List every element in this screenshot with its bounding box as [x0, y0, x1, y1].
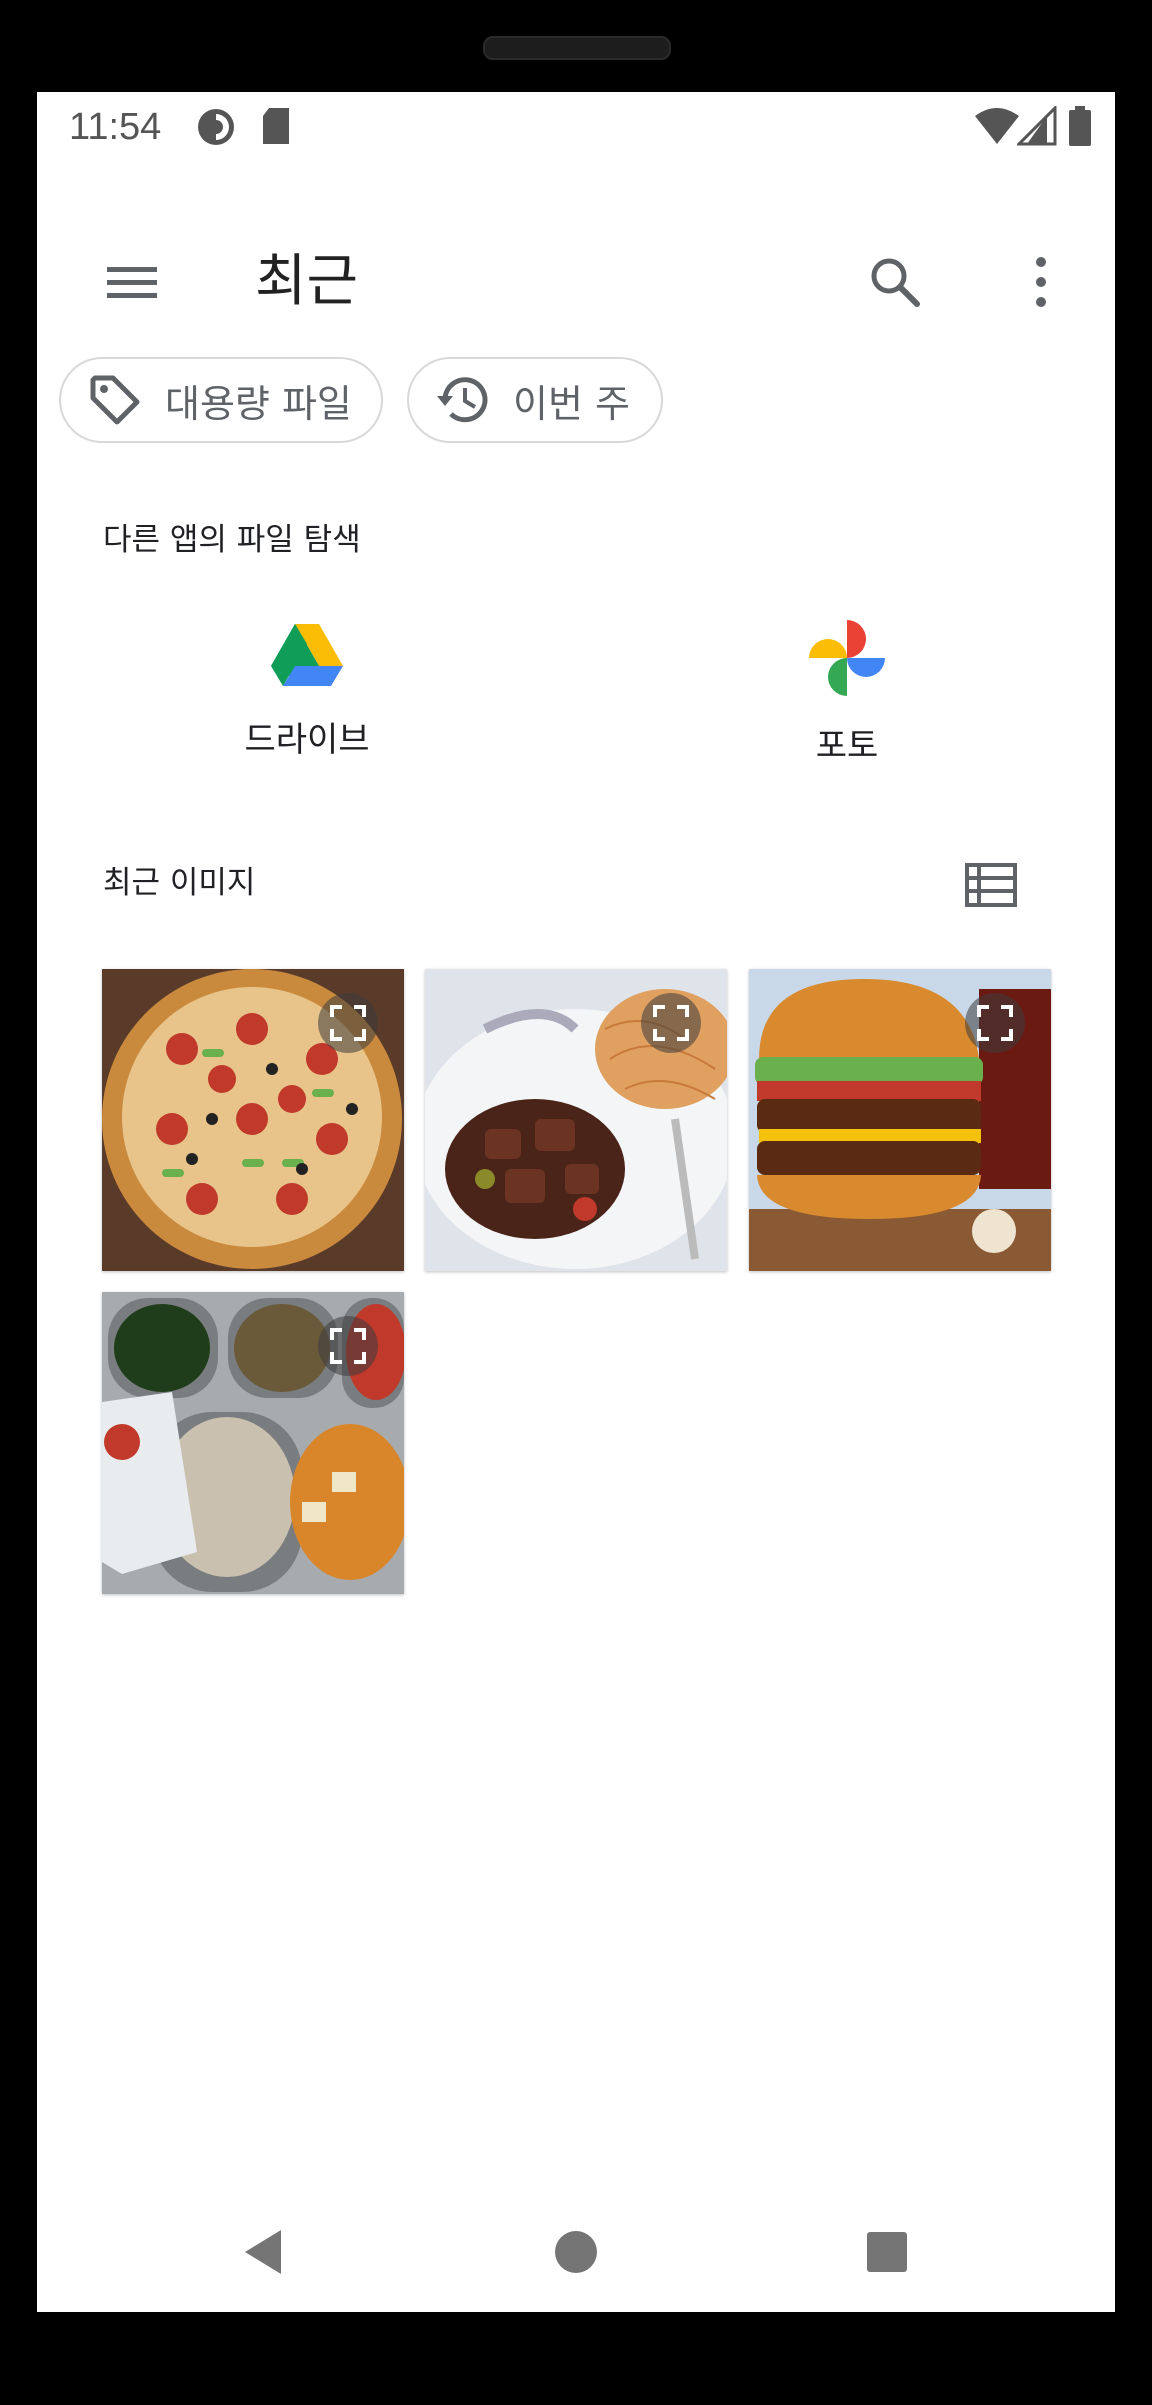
fullscreen-icon[interactable] [641, 993, 701, 1053]
search-button[interactable] [861, 248, 929, 316]
chip-label: 대용량 파일 [165, 381, 352, 426]
app-bar: 최근 [37, 212, 1115, 352]
chip-this-week[interactable]: 이번 주 [407, 357, 663, 443]
image-thumbnail-burger[interactable] [749, 969, 1051, 1271]
earpiece-speaker [483, 36, 671, 60]
hamburger-menu-icon [107, 267, 157, 298]
sd-card-icon [259, 106, 293, 152]
photos-shortcut[interactable]: 포토 [707, 620, 987, 767]
other-apps-heading: 다른 앱의 파일 탐색 [103, 522, 361, 558]
label-tag-icon [90, 375, 140, 425]
system-nav-bar [37, 2172, 1115, 2312]
drive-label: 드라이브 [244, 720, 370, 760]
navigation-drawer-button[interactable] [97, 248, 165, 316]
more-options-button[interactable] [1007, 248, 1075, 316]
image-thumbnail-pizza[interactable] [102, 969, 404, 1271]
recent-images-heading: 최근 이미지 [103, 865, 256, 901]
status-bar: 11:54 [37, 92, 1115, 162]
google-photos-icon [809, 620, 885, 696]
google-drive-icon [271, 624, 343, 686]
image-thumbnail-spaghetti[interactable] [425, 969, 727, 1271]
cell-signal-icon [1015, 104, 1057, 150]
drive-shortcut[interactable]: 드라이브 [167, 622, 447, 761]
back-button[interactable] [225, 2212, 305, 2292]
view-toggle-button[interactable] [955, 849, 1027, 921]
page-title: 최근 [255, 249, 359, 314]
battery-icon [1067, 106, 1093, 152]
screen: 11:54 최근 대용량 파일 이번 주 다른 앱의 파일 탐색 드라이브 포토… [37, 92, 1115, 2312]
image-thumbnail-cafeteria[interactable] [102, 1292, 404, 1594]
phone-frame: 11:54 최근 대용량 파일 이번 주 다른 앱의 파일 탐색 드라이브 포토… [0, 0, 1152, 2405]
fullscreen-icon[interactable] [965, 993, 1025, 1053]
data-saver-icon [195, 106, 237, 152]
search-icon [871, 258, 920, 307]
home-icon [555, 2231, 597, 2273]
history-icon [437, 377, 488, 423]
status-time: 11:54 [69, 106, 162, 148]
more-vert-icon [1036, 257, 1046, 307]
home-button[interactable] [536, 2212, 616, 2292]
back-icon [245, 2230, 281, 2274]
wifi-icon [973, 106, 1021, 150]
fullscreen-icon[interactable] [318, 993, 378, 1053]
recents-icon [867, 2232, 907, 2272]
chip-large-files[interactable]: 대용량 파일 [59, 357, 383, 443]
photos-label: 포토 [815, 726, 879, 766]
chip-label: 이번 주 [513, 381, 630, 426]
recents-button[interactable] [847, 2212, 927, 2292]
fullscreen-icon[interactable] [318, 1316, 378, 1376]
list-view-icon [965, 863, 1017, 907]
